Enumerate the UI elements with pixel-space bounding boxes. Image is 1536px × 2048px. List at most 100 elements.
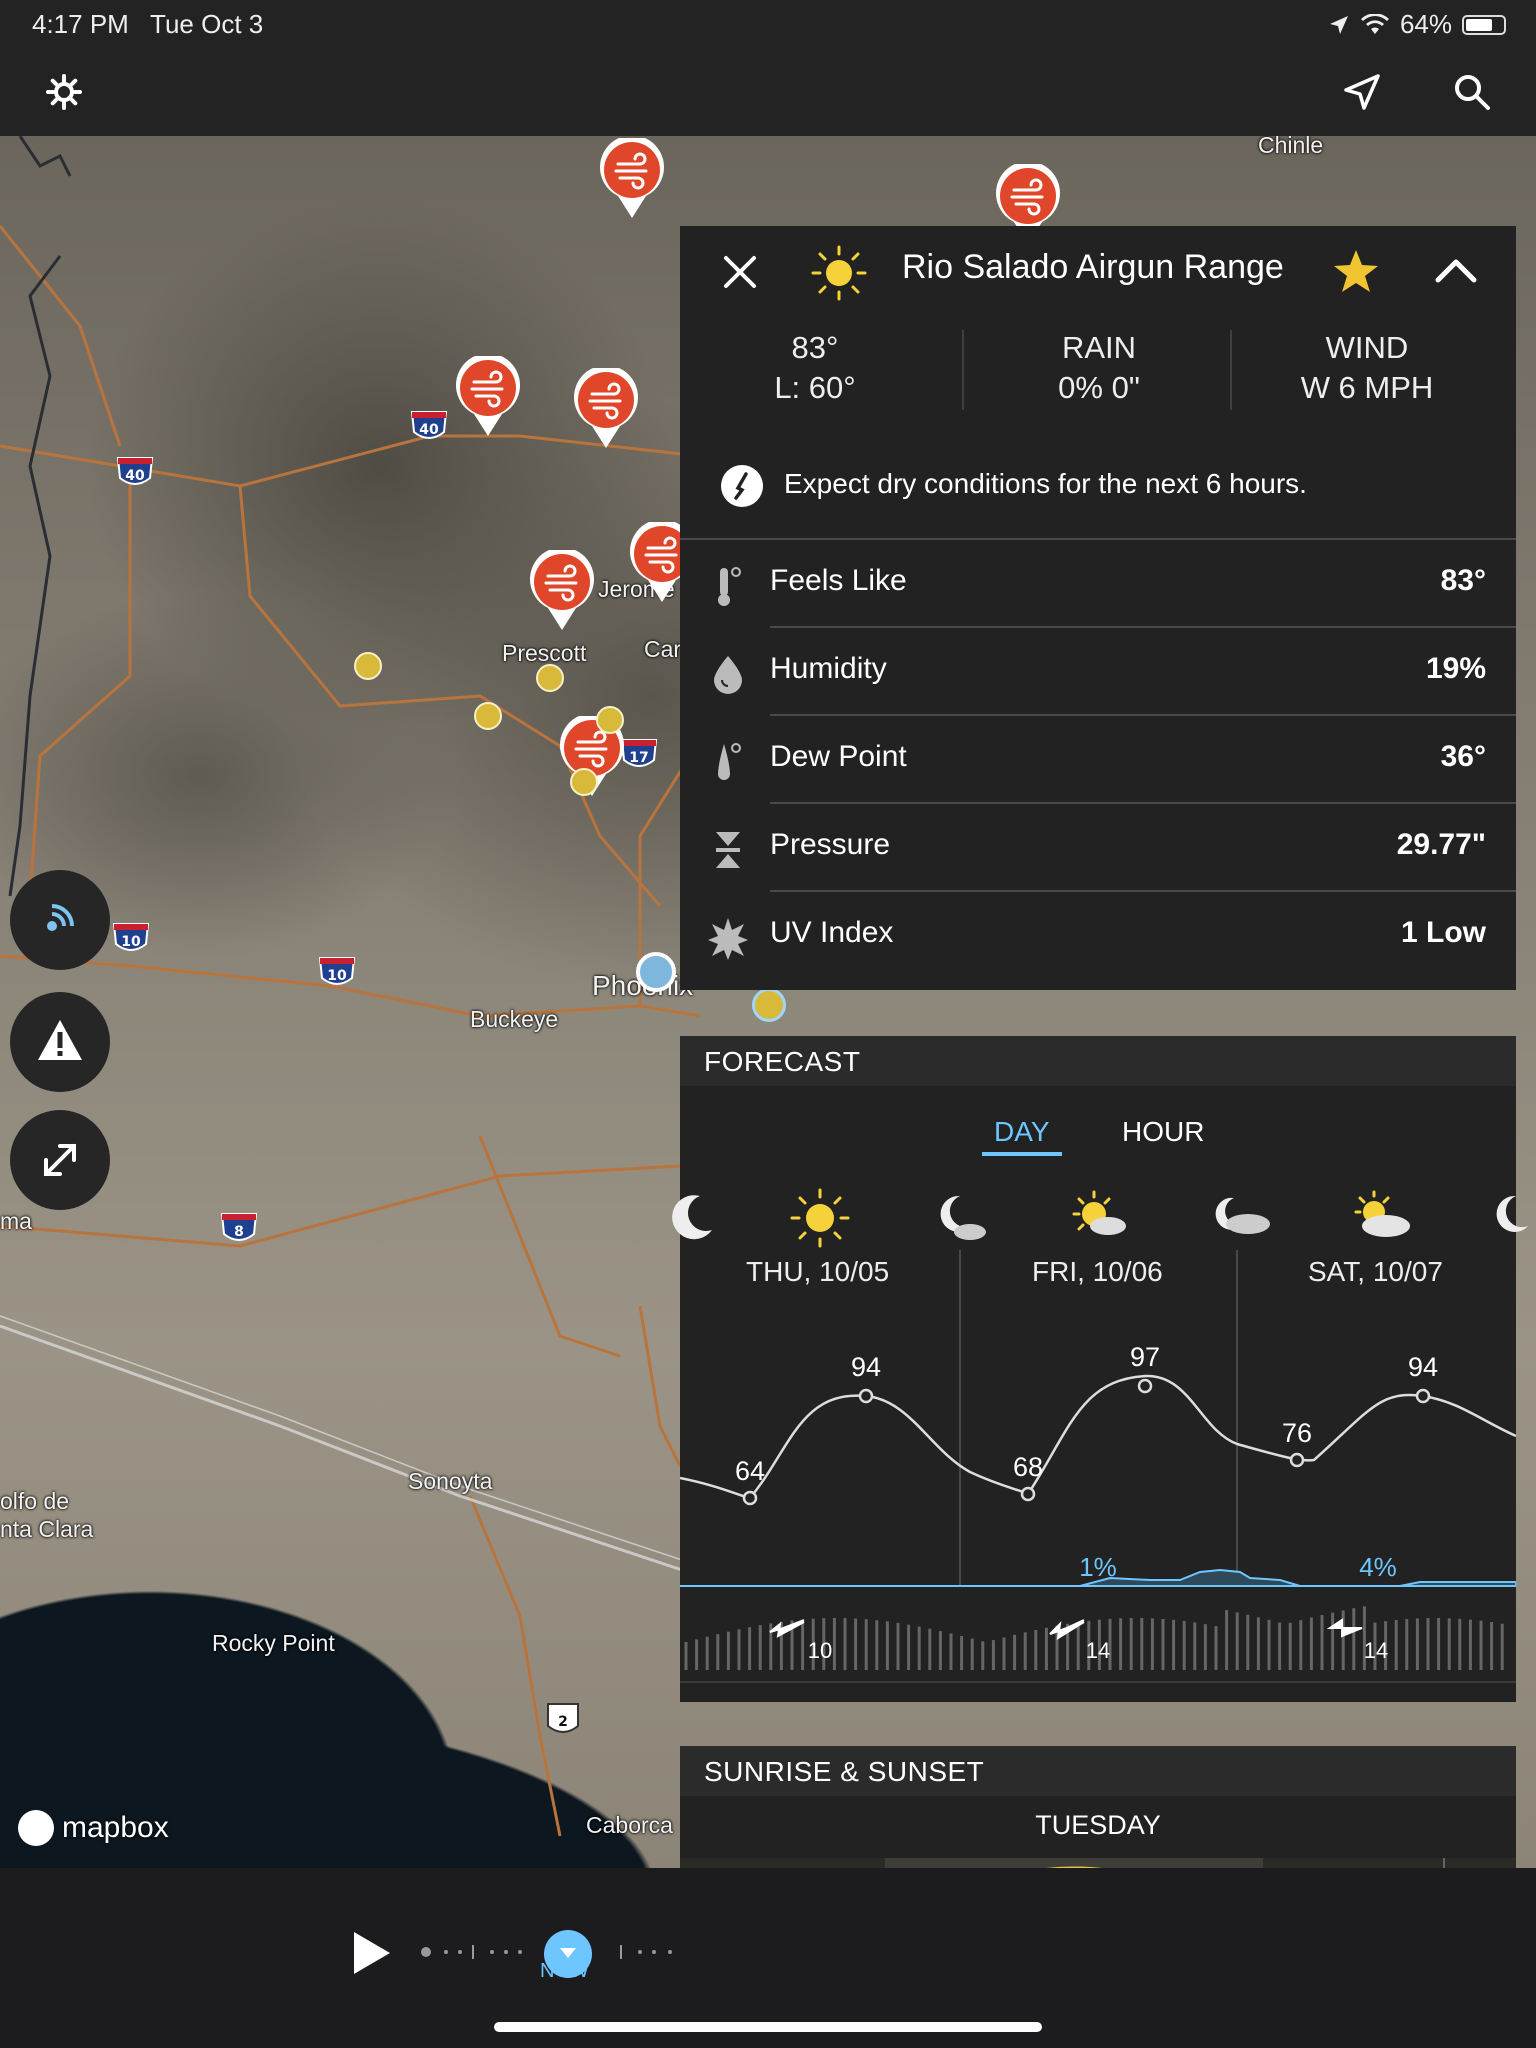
chevron-up-icon[interactable] [1434, 256, 1478, 284]
row-label: Dew Point [770, 740, 907, 773]
forecast-header: FORECAST [680, 1036, 1516, 1086]
temperature-stat: 83° L: 60° [680, 328, 950, 408]
radar-layer-button[interactable] [10, 870, 110, 970]
search-icon[interactable] [1452, 72, 1492, 112]
gear-icon[interactable] [44, 72, 84, 112]
map-label-prescott: Prescott [502, 640, 587, 666]
close-icon[interactable] [720, 252, 760, 292]
uv-icon [708, 918, 748, 960]
interstate-shield: 10 [112, 923, 150, 951]
favorite-star-marker[interactable] [596, 706, 624, 734]
pressure-icon [716, 832, 740, 868]
highway-shield: 2 [547, 1703, 579, 1733]
thermometer-icon [718, 567, 741, 606]
favorite-star-icon[interactable] [1332, 248, 1380, 294]
rain-label: RAIN [1061, 330, 1137, 365]
low-point [1289, 1452, 1305, 1468]
radar-icon [47, 904, 74, 931]
wind-value: W 6 MPH [1300, 370, 1434, 405]
location-title: Rio Salado Airgun Range [902, 248, 1284, 286]
map-label-golfo-2: nta Clara [0, 1516, 94, 1542]
row-label: Feels Like [770, 564, 907, 597]
play-icon[interactable] [352, 1930, 392, 1976]
battery-percent: 64% [1399, 9, 1452, 39]
svg-text:10: 10 [121, 934, 141, 950]
wifi-icon [1360, 13, 1389, 34]
row-label: UV Index [770, 916, 894, 949]
sunrise-title: SUNRISE & SUNSET [704, 1756, 985, 1787]
wind-stat: WIND W 6 MPH [1232, 328, 1502, 408]
expand-map-button[interactable] [10, 1110, 110, 1210]
wind-alert-pin[interactable] [454, 356, 522, 438]
svg-text:17: 17 [629, 750, 648, 766]
wind-alert-pin[interactable] [598, 138, 666, 220]
map-label-chinle: Chinle [1258, 136, 1324, 158]
wind-label: WIND [1325, 330, 1409, 365]
row-value: 36° [1440, 740, 1486, 773]
tab-day[interactable]: DAY [994, 1116, 1050, 1148]
row-pressure: Pressure 29.77" [770, 804, 1516, 892]
dewpoint-icon [718, 743, 741, 780]
forecast-card: FORECAST DAY HOUR THU, 10/05 FRI, 10/06 … [672, 1036, 1528, 1702]
wind-alert-pin[interactable] [528, 550, 596, 632]
wind-speed-label: 14 [1086, 1638, 1110, 1663]
row-label: Humidity [770, 652, 887, 685]
favorite-star-marker[interactable] [536, 664, 564, 692]
row-value: 1 Low [1400, 916, 1486, 949]
forecast-title: FORECAST [704, 1046, 861, 1077]
warning-icon [38, 1020, 82, 1060]
sunrise-day: TUESDAY [1035, 1810, 1161, 1840]
map-label-sonoyta: Sonoyta [408, 1468, 493, 1494]
location-services-icon [1329, 15, 1348, 34]
temperature-line [680, 1374, 1516, 1500]
row-value: 83° [1440, 564, 1486, 597]
droplet-icon [714, 656, 742, 694]
svg-text:8: 8 [234, 1224, 244, 1240]
status-right: 64% [1328, 9, 1506, 40]
precip-message: Expect dry conditions for the next 6 hou… [784, 468, 1307, 499]
location-arrow-icon[interactable] [1342, 72, 1382, 112]
partly-cloudy-icon [1072, 1190, 1126, 1235]
location-detail-panel: Rio Salado Airgun Range 83° L: 60° RAIN … [680, 226, 1516, 990]
high-label: 94 [851, 1352, 881, 1382]
wind-alert-pin[interactable] [572, 368, 640, 450]
night-partly-cloudy-icon [940, 1195, 986, 1240]
home-indicator[interactable] [494, 2022, 1042, 2032]
mapbox-attribution[interactable]: mapbox [18, 1810, 169, 1846]
high-point [1137, 1378, 1153, 1394]
interstate-shield: 40 [410, 411, 448, 439]
low-point [742, 1490, 758, 1506]
row-feels-like: Feels Like 83° [770, 540, 1516, 628]
wind-arrows [769, 1618, 1363, 1640]
clear-night-icon [672, 1195, 712, 1240]
tab-hour[interactable]: HOUR [1122, 1116, 1204, 1148]
interstate-shield: 8 [220, 1213, 258, 1241]
low-label: 64 [735, 1456, 765, 1486]
high-point [858, 1388, 874, 1404]
svg-text:2: 2 [558, 1714, 568, 1730]
wind-speed-label: 14 [1364, 1638, 1388, 1663]
alerts-button[interactable] [10, 992, 110, 1092]
low-label: 68 [1013, 1452, 1043, 1482]
temp-high: 83° [791, 330, 839, 365]
mostly-cloudy-icon [1354, 1190, 1410, 1237]
sunny-icon [811, 245, 867, 301]
tab-indicator [982, 1152, 1062, 1156]
high-point [1415, 1388, 1431, 1404]
sunny-icon [790, 1188, 850, 1248]
rain-value: 0% 0" [1058, 370, 1140, 405]
forecast-chart[interactable]: 64 94 68 97 76 94 1% 4% 10 14 14 [680, 1250, 1516, 1690]
map-label-golfo-1: olfo de [0, 1488, 70, 1514]
favorite-star-marker[interactable] [474, 702, 502, 730]
interstate-shield: 10 [318, 957, 356, 985]
battery-icon [1462, 14, 1506, 35]
svg-text:10: 10 [327, 968, 347, 984]
favorite-star-marker[interactable] [354, 652, 382, 680]
map-label-yuma: ma [0, 1208, 32, 1234]
favorite-star-marker[interactable] [570, 768, 598, 796]
row-value: 19% [1425, 652, 1486, 685]
current-location-dot [636, 952, 676, 992]
status-bar: 4:17 PM Tue Oct 3 64% [0, 0, 1536, 48]
selected-location-marker[interactable] [752, 988, 786, 1022]
low-label: 76 [1282, 1418, 1312, 1448]
